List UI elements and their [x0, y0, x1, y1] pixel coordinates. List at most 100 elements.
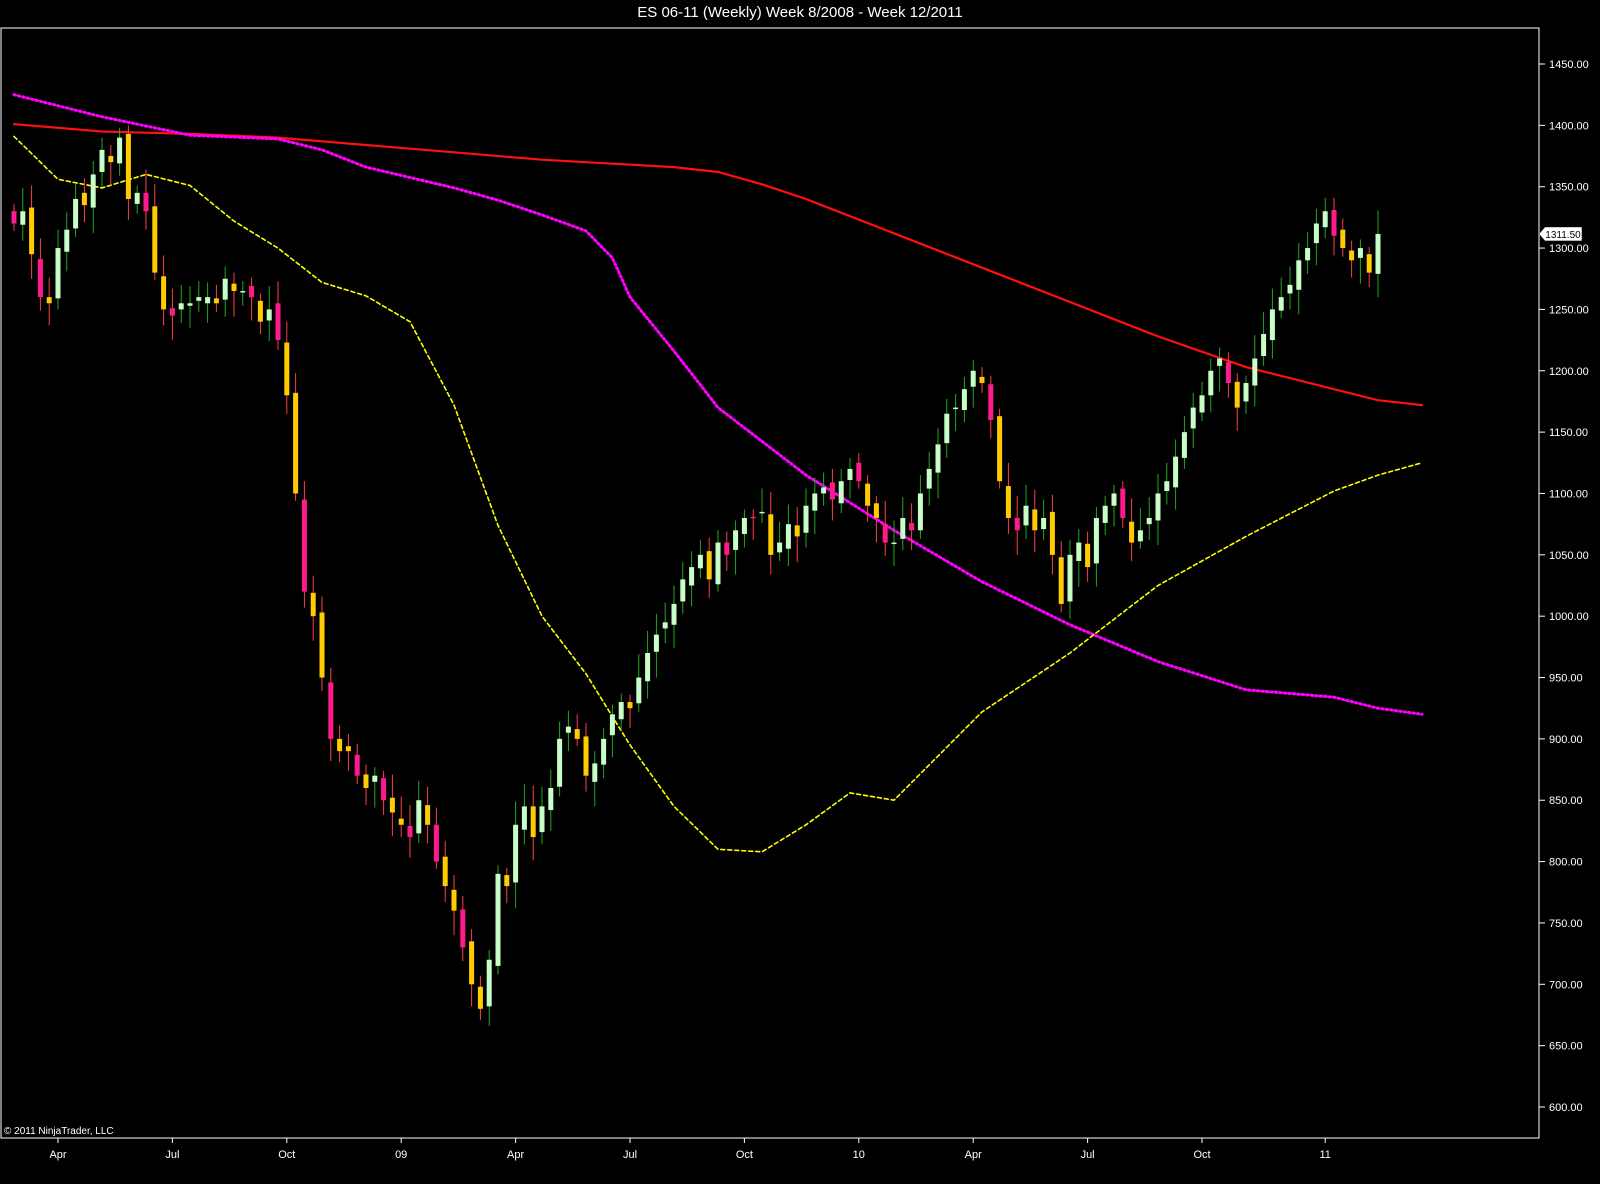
- candle-body: [988, 384, 994, 420]
- candle-body: [513, 824, 519, 883]
- candle-body: [1349, 250, 1355, 261]
- candle-body: [1340, 229, 1346, 249]
- candle-body: [1102, 505, 1108, 523]
- candle-body: [1305, 248, 1311, 261]
- candle-body: [1357, 248, 1363, 258]
- candle-body: [706, 551, 712, 580]
- candle-body: [618, 702, 624, 720]
- candle-body: [909, 522, 915, 531]
- candle-body: [310, 592, 316, 617]
- candle-body: [1322, 211, 1328, 228]
- candle-body: [213, 298, 219, 304]
- candle-body: [416, 800, 422, 834]
- candle-body: [178, 303, 184, 310]
- candle-body: [961, 389, 967, 411]
- candle-body: [821, 487, 827, 494]
- candle-body: [926, 468, 932, 489]
- candle-body: [37, 259, 43, 298]
- candle-body: [301, 499, 307, 592]
- y-tick-label: 1400.00: [1549, 120, 1589, 132]
- candle-body: [777, 542, 783, 553]
- x-tick-label: Jul: [1081, 1149, 1095, 1161]
- candle-body: [372, 775, 378, 782]
- candle-body: [565, 726, 571, 733]
- candle-body: [1225, 362, 1231, 384]
- candle-body: [1331, 210, 1337, 236]
- candle-body: [724, 542, 730, 555]
- candle-body: [1296, 260, 1302, 290]
- candle-body: [979, 376, 985, 384]
- candle-body: [1041, 518, 1047, 530]
- candle-body: [433, 824, 439, 862]
- x-tick-label: 10: [853, 1149, 865, 1161]
- candle-body: [838, 481, 844, 504]
- candle-body: [20, 211, 26, 225]
- candle-body: [205, 297, 211, 304]
- candle-body: [601, 738, 607, 765]
- candle-body: [530, 806, 536, 838]
- candle-body: [539, 806, 545, 833]
- candle-body: [548, 787, 554, 811]
- candle-body: [55, 248, 61, 299]
- candle-body: [997, 416, 1003, 482]
- candle-body: [1199, 395, 1205, 413]
- candle-body: [1058, 557, 1064, 604]
- candle-body: [196, 297, 202, 301]
- x-tick-label: Apr: [965, 1149, 982, 1161]
- candle-body: [407, 826, 413, 838]
- y-tick-label: 1350.00: [1549, 182, 1589, 194]
- candle-body: [1067, 554, 1073, 602]
- candle-body: [680, 579, 686, 602]
- y-tick-label: 900.00: [1549, 734, 1583, 746]
- candle-body: [1375, 233, 1381, 274]
- x-axis: Apr Jul Oct 09 Apr Jul Oct 10 Apr Jul Oct 11: [49, 1138, 1331, 1161]
- candle-body: [73, 198, 79, 229]
- candle-body: [521, 806, 527, 830]
- candle-body: [363, 774, 369, 788]
- candle-body: [64, 229, 70, 252]
- copyright-text: © 2011 NinjaTrader, LLC: [4, 1126, 114, 1137]
- candle-body: [381, 778, 387, 801]
- candle-body: [266, 309, 272, 321]
- candle-body: [557, 738, 563, 787]
- candle-body: [873, 503, 879, 519]
- candle-body: [1164, 481, 1170, 492]
- candle-body: [785, 524, 791, 549]
- candle-body: [161, 276, 167, 310]
- y-tick-label: 850.00: [1549, 795, 1583, 807]
- candle-body: [275, 303, 281, 341]
- y-axis: 600.00 650.00 700.00 750.00 800.00 850.00 900.…: [1539, 59, 1589, 1114]
- candle-body: [504, 875, 510, 887]
- candle-body: [134, 192, 140, 204]
- candle-body: [1181, 432, 1187, 458]
- candle-body: [222, 278, 228, 300]
- candle-body: [1146, 518, 1152, 525]
- candle-body: [917, 493, 923, 531]
- candle-body: [90, 174, 96, 208]
- y-tick-label: 1200.00: [1549, 366, 1589, 378]
- candle-body: [337, 738, 343, 752]
- candle-body: [671, 603, 677, 625]
- candle-body: [117, 137, 123, 164]
- candle-body: [1173, 456, 1179, 488]
- candle-body: [1129, 521, 1135, 543]
- candle-body: [345, 746, 351, 752]
- y-tick-label: 1150.00: [1549, 427, 1588, 439]
- y-tick-label: 800.00: [1549, 857, 1583, 869]
- candle-body: [125, 133, 131, 199]
- candle-body: [1243, 383, 1249, 402]
- candle-body: [328, 682, 334, 739]
- candle-body: [794, 525, 800, 537]
- candle-body: [970, 370, 976, 387]
- price-chart[interactable]: 600.00 650.00 700.00 750.00 800.00 850.00 900.…: [0, 0, 1600, 1184]
- candle-body: [592, 763, 598, 782]
- candle-body: [1023, 505, 1029, 526]
- candle-body: [583, 736, 589, 776]
- last-price-label: 1311.50: [1545, 230, 1581, 241]
- candle-body: [398, 818, 404, 825]
- candle-body: [1032, 509, 1038, 531]
- candle-body: [495, 873, 501, 966]
- candle-body: [1076, 542, 1082, 561]
- candle-body: [812, 493, 818, 511]
- candle-body: [627, 702, 633, 709]
